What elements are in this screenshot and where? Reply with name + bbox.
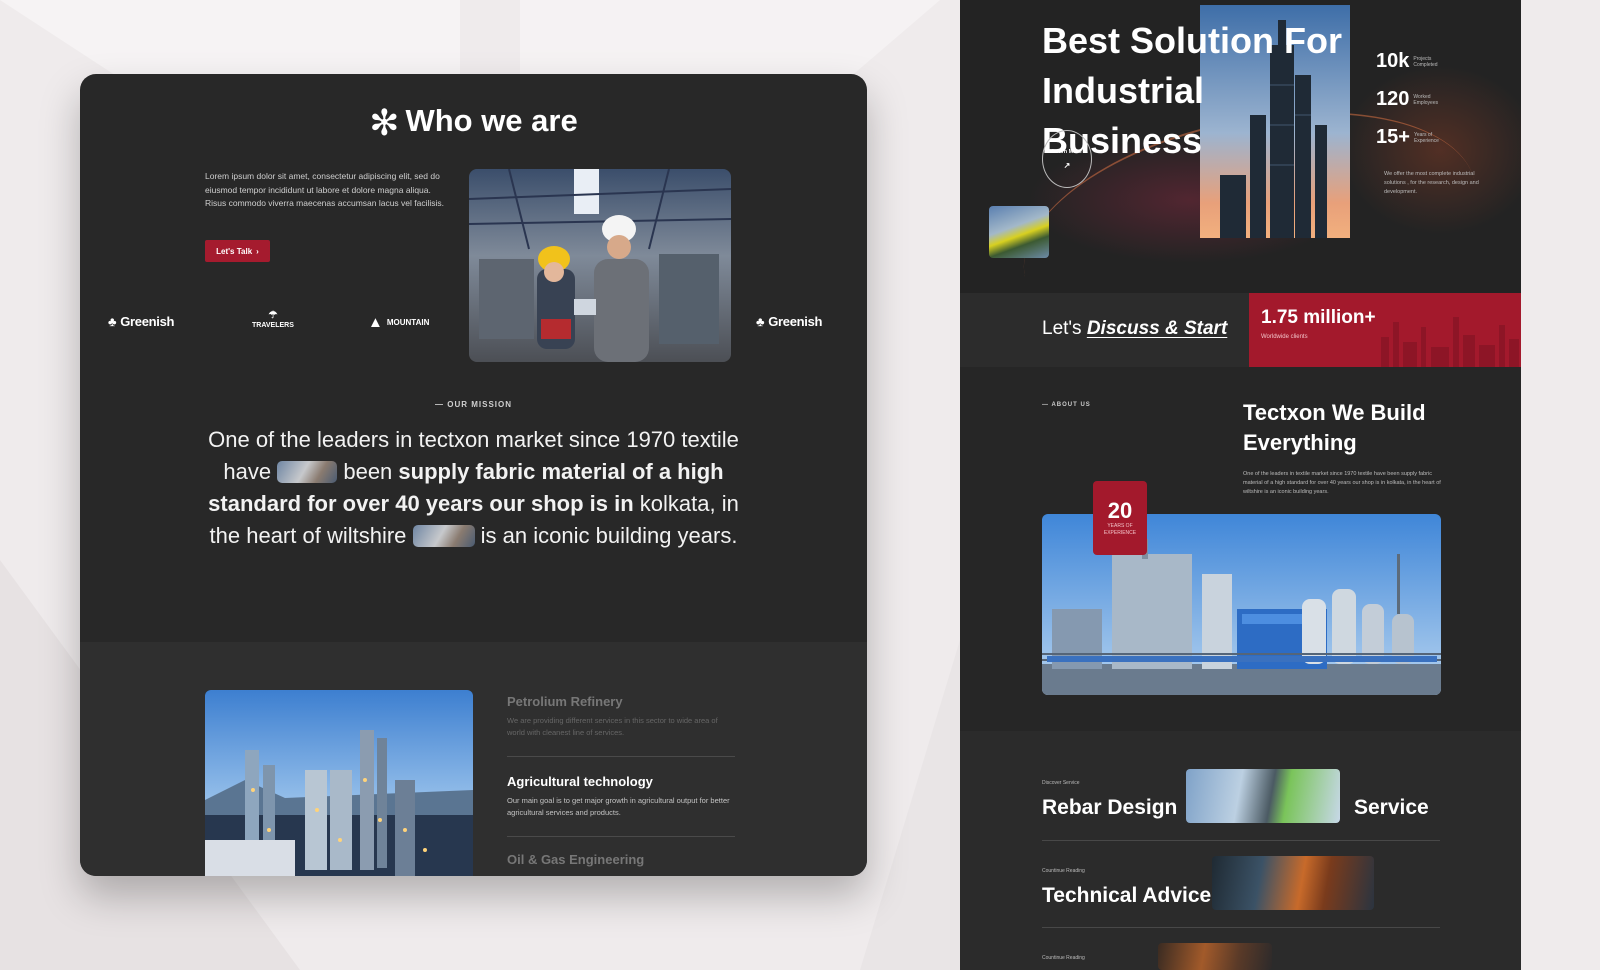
skyline-graphic bbox=[1381, 317, 1519, 367]
learn-more-button[interactable]: Learn More ↗ bbox=[1042, 130, 1092, 188]
asterisk-icon: ✻ bbox=[369, 102, 400, 143]
discuss-cta[interactable]: Let's Discuss & Start bbox=[1042, 318, 1227, 340]
service-title[interactable]: Rebar Design bbox=[1042, 796, 1177, 820]
stat-employees: 120 Worked Employees bbox=[1376, 88, 1439, 110]
refinery-photo bbox=[205, 690, 473, 876]
arrow-up-right-icon: ↗ bbox=[1063, 160, 1071, 170]
service-image bbox=[1212, 856, 1374, 910]
service-title[interactable]: Technical Advice bbox=[1042, 884, 1211, 908]
who-we-are-card: ✻ Who we are Lorem ipsum dolor sit amet, … bbox=[80, 74, 867, 876]
stat-experience: 15+ Years of Experience bbox=[1376, 126, 1439, 148]
partner-logo: ♣ Greenish bbox=[108, 314, 175, 329]
years-badge: 20 YEARS OF EXPERIENCE bbox=[1093, 481, 1147, 555]
clients-counter: 1.75 million+ Worldwide clients bbox=[1249, 293, 1521, 367]
intro-text: Lorem ipsum dolor sit amet, consectetur … bbox=[205, 171, 445, 208]
service-tag: Discover Service bbox=[1042, 780, 1080, 786]
background-facet bbox=[860, 640, 960, 970]
mission-label: — OUR MISSION bbox=[434, 400, 512, 409]
mission-statement: One of the leaders in tectxon market sin… bbox=[208, 427, 739, 548]
about-label: — ABOUT US bbox=[1042, 402, 1091, 408]
service-item[interactable]: Agricultural technology Our main goal is… bbox=[507, 774, 735, 819]
hero-title: Best Solution For Industrial Business bbox=[1042, 20, 1342, 161]
partner-logo: ▲ MOUNTAIN bbox=[368, 314, 430, 331]
umbrella-icon: ☂ bbox=[268, 310, 278, 321]
divider bbox=[507, 756, 735, 757]
service-item[interactable]: Oil & Gas Engineering bbox=[507, 852, 735, 873]
services-section bbox=[80, 642, 867, 876]
service-title[interactable]: Service bbox=[1354, 796, 1429, 820]
industrial-landing-panel: Best Solution For Industrial Business Le… bbox=[960, 0, 1521, 970]
mountain-icon: ▲ bbox=[368, 314, 383, 331]
service-image bbox=[1158, 943, 1272, 970]
about-title: Tectxon We Build Everything bbox=[1243, 400, 1426, 455]
partner-logo: ♣ Greenish bbox=[756, 314, 823, 329]
leaf-icon: ♣ bbox=[108, 314, 117, 329]
inline-image bbox=[277, 461, 338, 483]
stat-projects: 10k Projects Completed bbox=[1376, 50, 1438, 72]
services-list bbox=[960, 731, 1521, 970]
divider bbox=[507, 836, 735, 837]
partner-logo: ☂ TRAVELERS bbox=[252, 310, 294, 329]
workers-photo bbox=[469, 169, 731, 362]
section-title: ✻ Who we are bbox=[369, 102, 578, 143]
workers-thumbnail bbox=[989, 206, 1049, 258]
service-tag: Countinue Reading bbox=[1042, 955, 1085, 961]
inline-image bbox=[412, 525, 475, 547]
divider bbox=[1042, 927, 1440, 928]
stats-description: We offer the most complete industrial so… bbox=[1384, 171, 1479, 195]
divider bbox=[1042, 840, 1440, 841]
service-image bbox=[1186, 769, 1340, 823]
service-item[interactable]: Petrolium Refinery We are providing diff… bbox=[507, 694, 735, 739]
lets-talk-button[interactable]: Let's Talk › bbox=[205, 240, 270, 262]
about-text: One of the leaders in textile market sin… bbox=[1243, 471, 1441, 495]
service-tag: Countinue Reading bbox=[1042, 868, 1085, 874]
chevron-right-icon: › bbox=[256, 246, 259, 256]
leaf-icon: ♣ bbox=[756, 314, 765, 329]
